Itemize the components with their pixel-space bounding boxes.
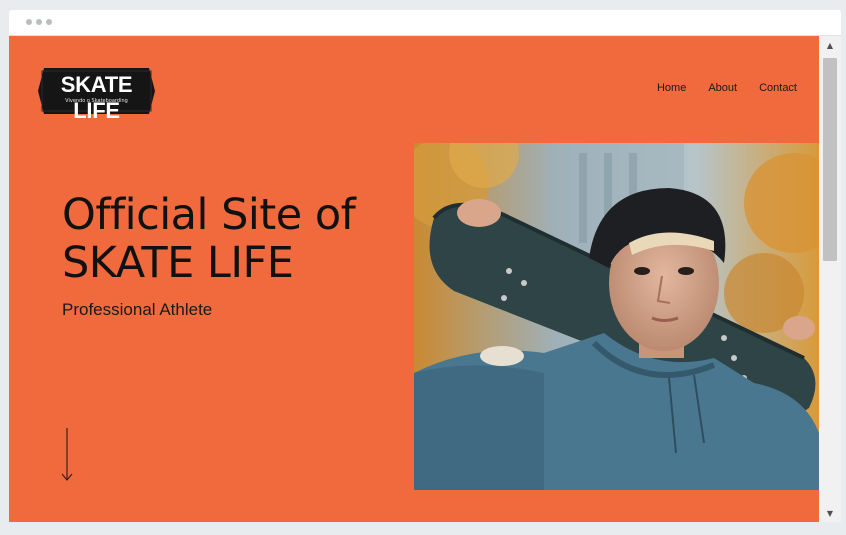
window-dot-icon <box>26 19 32 25</box>
arrow-down-icon[interactable] <box>60 427 74 483</box>
window-controls <box>26 19 52 25</box>
scroll-thumb[interactable] <box>823 58 837 261</box>
nav-about-link[interactable]: About <box>708 82 737 94</box>
logo-tagline: Vivendo o Skateboarding <box>65 98 128 104</box>
browser-bar <box>9 10 841 36</box>
window-dot-icon <box>46 19 52 25</box>
nav-home-link[interactable]: Home <box>657 82 686 94</box>
window-dot-icon <box>36 19 42 25</box>
skater-photo-illustration <box>414 143 819 490</box>
hero-title-line2: SKATE LIFE <box>62 238 294 288</box>
page-viewport: SKATE LIFE Vivendo o Skateboarding Home … <box>9 36 819 522</box>
main-nav: Home About Contact <box>657 82 797 94</box>
scroll-down-icon[interactable]: ▼ <box>819 504 841 522</box>
hero-title: Official Site of SKATE LIFE <box>62 191 392 287</box>
hero-photo <box>414 143 819 490</box>
scroll-up-icon[interactable]: ▲ <box>819 36 841 54</box>
site-logo[interactable]: SKATE LIFE Vivendo o Skateboarding <box>38 68 155 123</box>
hero-subtitle: Professional Athlete <box>62 300 213 319</box>
nav-contact-link[interactable]: Contact <box>759 82 797 94</box>
hero-title-line1: Official Site of <box>62 190 356 240</box>
page-scrollbar[interactable]: ▲ ▼ <box>819 36 841 522</box>
